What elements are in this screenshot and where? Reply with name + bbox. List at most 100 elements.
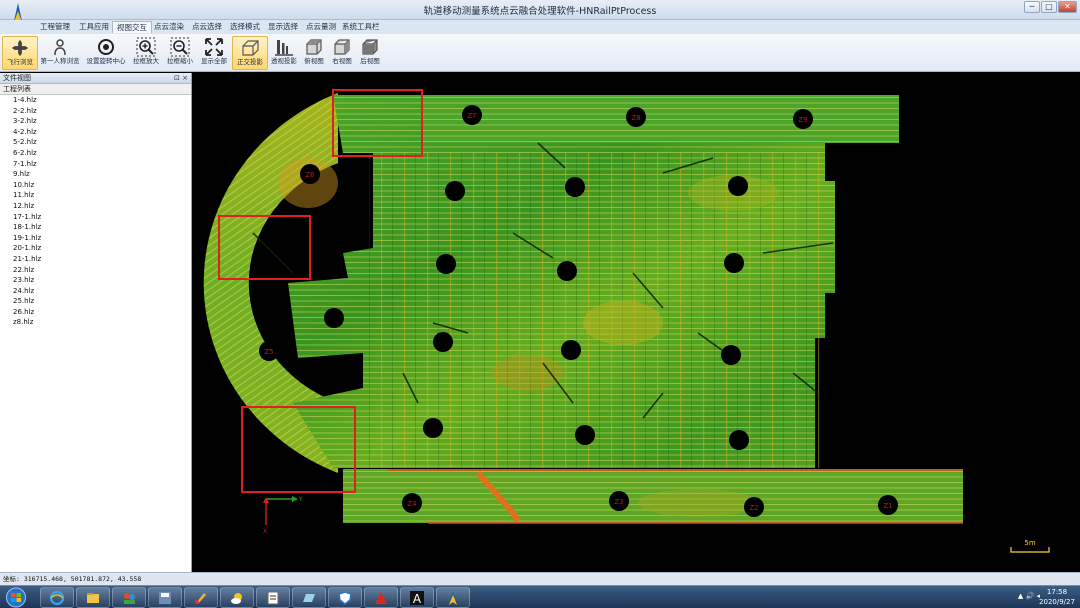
ortho-projection-icon bbox=[242, 40, 259, 56]
zoom-in-box-icon bbox=[136, 37, 156, 57]
axis-x-label: X bbox=[263, 528, 267, 535]
weather-icon bbox=[231, 593, 242, 604]
taskbar-app-users[interactable] bbox=[112, 587, 146, 608]
perspective-projection-icon bbox=[275, 40, 293, 56]
file-list-item[interactable]: 10.hlz bbox=[0, 180, 191, 191]
file-list: 1-4.hlz 2-2.hlz 3-2.hlz 4-2.hlz 5-2.hlz 6-2.h… bbox=[0, 95, 191, 328]
window-title: 轨道移动测量系统点云融合处理软件-HNRailPtProcess bbox=[423, 6, 657, 17]
file-list-item[interactable]: 2-2.hlz bbox=[0, 106, 191, 117]
menu-point-cloud-render[interactable]: 点云渲染 bbox=[150, 21, 188, 33]
fly-icon bbox=[12, 40, 28, 56]
point-cloud-viewport[interactable]: Z1 Z2 Z3 Z4 Z5 Z6 Z7 Z8 Z9 Y X 5m bbox=[193, 73, 1080, 572]
svg-text:A: A bbox=[413, 592, 422, 606]
file-list-item[interactable]: 6-2.hlz bbox=[0, 148, 191, 159]
fly-browse-button[interactable]: 飞行浏览 bbox=[2, 36, 38, 70]
file-list-item[interactable]: 12.hlz bbox=[0, 201, 191, 212]
taskbar: A ▲ 🔊 ◂ 17:58 2020/9/27 bbox=[0, 585, 1080, 608]
back-view-icon bbox=[362, 39, 378, 55]
taskbar-app-folder[interactable] bbox=[292, 587, 326, 608]
taskbar-app-document[interactable] bbox=[256, 587, 290, 608]
back-view-button[interactable]: 后视图 bbox=[352, 36, 388, 70]
folder-icon bbox=[303, 594, 315, 602]
point-cloud-canvas[interactable]: Z1 Z2 Z3 Z4 Z5 Z6 Z7 Z8 Z9 Y X 5m bbox=[193, 73, 1080, 572]
status-bar: 坐标: 316715.468, 501781.872, 43.558 bbox=[0, 572, 1080, 585]
taskbar-app-ie[interactable] bbox=[40, 587, 74, 608]
zoom-out-box-icon bbox=[170, 37, 190, 57]
menu-point-cloud-select[interactable]: 点云选择 bbox=[188, 21, 226, 33]
taskbar-app-app-logo[interactable] bbox=[436, 587, 470, 608]
maximize-button[interactable]: □ bbox=[1041, 1, 1057, 13]
taskbar-app-save[interactable] bbox=[148, 587, 182, 608]
menu-tool-apps[interactable]: 工具应用 bbox=[75, 21, 113, 33]
file-list-item[interactable]: 21-1.hlz bbox=[0, 254, 191, 265]
file-list-item[interactable]: 3-2.hlz bbox=[0, 116, 191, 127]
menu-bar: 工程管理 工具应用 视图交互 点云渲染 点云选择 选择模式 显示选择 点云量测 … bbox=[0, 20, 1080, 34]
file-list-item[interactable]: 4-2.hlz bbox=[0, 127, 191, 138]
acrobat-icon bbox=[375, 592, 387, 604]
file-list-item[interactable]: 5-2.hlz bbox=[0, 137, 191, 148]
first-person-label: 第一人称浏览 bbox=[40, 57, 80, 65]
axis-gizmo: Y X bbox=[263, 496, 303, 535]
system-tray[interactable]: ▲ 🔊 ◂ bbox=[1018, 592, 1040, 600]
station-z4: Z4 bbox=[407, 500, 417, 508]
station-z1: Z1 bbox=[883, 502, 892, 510]
file-view-panel: 文件视图 ⊡ × 工程列表 1-4.hlz 2-2.hlz 3-2.hlz 4-2.h… bbox=[0, 73, 192, 572]
file-list-item[interactable]: 24.hlz bbox=[0, 286, 191, 297]
file-list-item[interactable]: 17-1.hlz bbox=[0, 212, 191, 223]
paint-icon bbox=[195, 593, 206, 604]
file-list-item[interactable]: 26.hlz bbox=[0, 307, 191, 318]
set-rotation-center-label: 设置旋转中心 bbox=[86, 57, 126, 65]
panel-controls[interactable]: ⊡ × bbox=[174, 73, 188, 84]
station-z6: Z6 bbox=[305, 171, 315, 179]
ie-icon bbox=[49, 590, 65, 606]
panel-header: 文件视图 ⊡ × bbox=[0, 73, 191, 84]
clock[interactable]: 17:58 2020/9/27 bbox=[1038, 587, 1076, 607]
explorer-icon bbox=[87, 593, 99, 603]
file-list-item[interactable]: 19-1.hlz bbox=[0, 233, 191, 244]
project-list-header[interactable]: 工程列表 bbox=[0, 84, 191, 95]
start-button[interactable] bbox=[3, 587, 29, 608]
taskbar-app-paint[interactable] bbox=[184, 587, 218, 608]
station-z2: Z2 bbox=[749, 504, 758, 512]
taskbar-app-font-a[interactable]: A bbox=[400, 587, 434, 608]
menu-display-select[interactable]: 显示选择 bbox=[264, 21, 302, 33]
file-list-item[interactable]: 9.hlz bbox=[0, 169, 191, 180]
minimize-button[interactable]: ─ bbox=[1024, 1, 1040, 13]
close-button[interactable]: ✕ bbox=[1058, 1, 1077, 13]
file-list-item[interactable]: 25.hlz bbox=[0, 296, 191, 307]
menu-point-cloud-measure[interactable]: 点云量测 bbox=[302, 21, 340, 33]
fly-browse-label: 飞行浏览 bbox=[7, 58, 33, 66]
menu-system-toolbar[interactable]: 系统工具栏 bbox=[338, 21, 384, 33]
save-icon bbox=[159, 592, 171, 604]
clock-date: 2020/9/27 bbox=[1039, 598, 1075, 606]
font-a-icon: A bbox=[410, 591, 424, 606]
menu-select-mode[interactable]: 选择模式 bbox=[226, 21, 264, 33]
taskbar-app-explorer[interactable] bbox=[76, 587, 110, 608]
taskbar-app-acrobat[interactable] bbox=[364, 587, 398, 608]
file-list-item[interactable]: z8.hlz bbox=[0, 317, 191, 328]
file-list-item[interactable]: 1-4.hlz bbox=[0, 95, 191, 106]
first-person-button[interactable]: 第一人称浏览 bbox=[41, 36, 80, 70]
show-all-button[interactable]: 显示全部 bbox=[196, 36, 232, 70]
taskbar-app-shield[interactable] bbox=[328, 587, 362, 608]
shield-icon bbox=[338, 591, 352, 605]
file-list-item[interactable]: 23.hlz bbox=[0, 275, 191, 286]
file-list-item[interactable]: 7-1.hlz bbox=[0, 159, 191, 170]
right-view-icon bbox=[334, 39, 350, 55]
file-list-item[interactable]: 22.hlz bbox=[0, 265, 191, 276]
file-list-item[interactable]: 11.hlz bbox=[0, 190, 191, 201]
panel-title: 文件视图 bbox=[3, 74, 31, 82]
menu-project-management[interactable]: 工程管理 bbox=[36, 21, 74, 33]
station-z3: Z3 bbox=[614, 498, 623, 506]
fit-all-icon bbox=[205, 38, 223, 56]
file-list-item[interactable]: 20-1.hlz bbox=[0, 243, 191, 254]
set-rotation-center-button[interactable]: 设置旋转中心 bbox=[87, 36, 126, 70]
file-list-item[interactable]: 18-1.hlz bbox=[0, 222, 191, 233]
title-bar: 轨道移动测量系统点云融合处理软件-HNRailPtProcess ─ □ ✕ bbox=[0, 0, 1080, 32]
menu-view-interaction[interactable]: 视图交互 bbox=[112, 21, 152, 33]
scale-bar-label: 5m bbox=[1024, 539, 1035, 547]
taskbar-app-weather[interactable] bbox=[220, 587, 254, 608]
person-icon bbox=[54, 39, 66, 56]
station-z9: Z9 bbox=[798, 116, 807, 124]
clock-time: 17:58 bbox=[1046, 588, 1068, 596]
